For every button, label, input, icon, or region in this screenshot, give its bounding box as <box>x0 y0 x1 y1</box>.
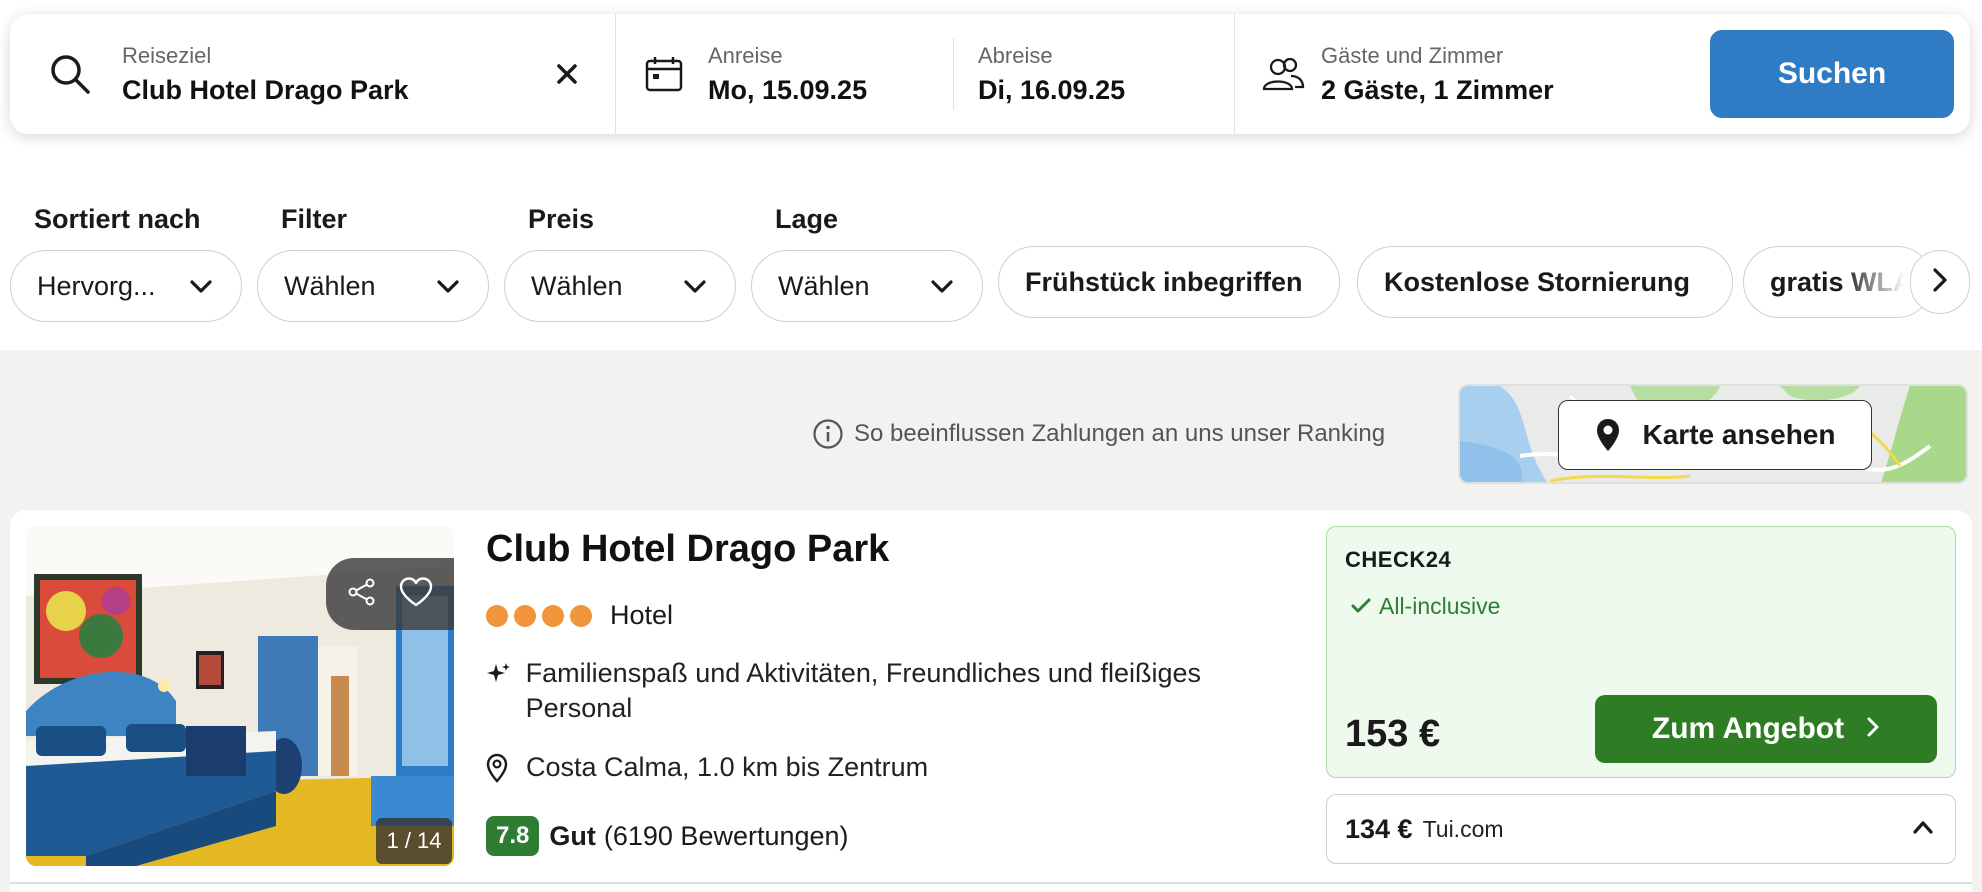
chevron-down-icon <box>189 271 213 302</box>
rating-score-badge: 7.8 <box>486 816 540 856</box>
hotel-location-text: Costa Calma, 1.0 km bis Zentrum <box>526 752 929 782</box>
hotel-name[interactable]: Club Hotel Drago Park <box>486 528 889 571</box>
hotel-photo[interactable]: 1 / 14 <box>26 526 454 866</box>
hotel-rating[interactable]: 7.8 Gut (6190 Bewertungen) <box>486 816 849 856</box>
heart-icon[interactable] <box>398 576 434 613</box>
chevron-right-icon <box>1932 267 1948 298</box>
search-icon <box>40 44 100 104</box>
checkin-value: Mo, 15.09.25 <box>708 74 868 105</box>
checkin-label: Anreise <box>708 42 783 68</box>
to-offer-label: Zum Angebot <box>1651 712 1845 745</box>
photo-actions <box>326 558 454 630</box>
chip-free-cancellation[interactable]: Kostenlose Stornierung <box>1357 246 1733 318</box>
star-icon <box>514 604 536 627</box>
star-rating <box>486 604 598 627</box>
offer-board-label: All-inclusive <box>1379 593 1501 619</box>
card-divider <box>10 882 1972 884</box>
search-bar: Reiseziel Club Hotel Drago Park Anreise … <box>10 14 1970 134</box>
filter-dropdown[interactable]: Wählen <box>257 250 489 322</box>
chevron-down-icon <box>683 271 707 302</box>
chip-breakfast[interactable]: Frühstück inbegriffen <box>998 246 1340 318</box>
location-value: Wählen <box>778 270 870 301</box>
main-offer[interactable]: CHECK24 All-inclusive 153 € Zum Angebot <box>1326 526 1956 778</box>
hotel-card[interactable]: 1 / 14 Club Hotel Drago Park Hotel Famil… <box>10 510 1972 892</box>
alternative-offer[interactable]: 134 € Tui.com <box>1326 794 1956 864</box>
info-icon <box>812 418 844 450</box>
filter-value: Wählen <box>284 270 376 301</box>
check-icon <box>1351 593 1371 620</box>
checkout-label: Abreise <box>978 42 1053 68</box>
ranking-info-text: So beeinflussen Zahlungen an uns unser R… <box>854 420 1386 447</box>
price-dropdown[interactable]: Wählen <box>504 250 736 322</box>
guests-value: 2 Gäste, 1 Zimmer <box>1321 74 1554 105</box>
price-group: Preis Wählen <box>504 204 736 322</box>
filter-bar: Sortiert nach Hervorg... Filter Wählen P… <box>10 204 1972 322</box>
sparkle-icon <box>486 656 514 691</box>
guests-icon <box>1261 44 1305 104</box>
alt-offer-provider: Tui.com <box>1422 815 1504 842</box>
chevron-down-icon <box>436 271 460 302</box>
star-icon <box>570 604 592 627</box>
rating-count: (6190 Bewertungen) <box>603 820 849 851</box>
destination-value[interactable]: Club Hotel Drago Park <box>122 75 409 106</box>
search-button[interactable]: Suchen <box>1710 30 1954 118</box>
checkin-field[interactable]: Anreise Mo, 15.09.25 <box>616 38 954 110</box>
location-pin-icon <box>486 750 514 785</box>
rating-word: Gut <box>549 820 596 851</box>
checkout-field[interactable]: Abreise Di, 16.09.25 <box>954 14 1125 134</box>
checkout-value: Di, 16.09.25 <box>978 74 1126 105</box>
sort-dropdown[interactable]: Hervorg... <box>10 250 242 322</box>
close-icon[interactable] <box>549 56 585 92</box>
destination-field[interactable]: Reiseziel Club Hotel Drago Park <box>10 14 616 134</box>
location-label: Lage <box>775 204 839 234</box>
hotel-type: Hotel <box>610 600 674 630</box>
chip-free-wifi[interactable]: gratis WLAN <box>1743 246 1933 318</box>
filter-label: Filter <box>281 204 348 234</box>
hotel-location: Costa Calma, 1.0 km bis Zentrum <box>486 750 928 785</box>
share-icon[interactable] <box>347 577 377 612</box>
ranking-info-link[interactable]: So beeinflussen Zahlungen an uns unser R… <box>812 418 1385 450</box>
photo-counter: 1 / 14 <box>376 818 452 864</box>
calendar-icon <box>644 44 684 104</box>
location-dropdown[interactable]: Wählen <box>751 250 983 322</box>
sort-group: Sortiert nach Hervorg... <box>10 204 242 322</box>
to-offer-button[interactable]: Zum Angebot <box>1595 695 1937 763</box>
star-icon <box>486 604 508 627</box>
guests-label: Gäste und Zimmer <box>1321 42 1504 68</box>
hotel-highlights: Familienspaß und Aktivitäten, Freundlich… <box>486 656 1306 726</box>
offer-price: 153 € <box>1345 713 1441 755</box>
offer-board-type: All-inclusive <box>1351 593 1500 620</box>
star-icon <box>542 604 564 627</box>
price-value: Wählen <box>531 270 623 301</box>
hotel-highlights-text: Familienspaß und Aktivitäten, Freundlich… <box>525 658 1202 723</box>
filter-scroll-right-button[interactable] <box>1910 250 1970 314</box>
sort-value: Hervorg... <box>37 270 156 301</box>
offer-provider: CHECK24 <box>1345 547 1452 572</box>
show-map-label: Karte ansehen <box>1642 419 1836 450</box>
show-map-button[interactable]: Karte ansehen <box>1558 400 1872 470</box>
dates-field: Anreise Mo, 15.09.25 Abreise Di, 16.09.2… <box>616 14 1235 134</box>
chevron-right-icon <box>1866 712 1880 746</box>
chevron-down-icon <box>930 271 954 302</box>
sort-label: Sortiert nach <box>34 204 201 234</box>
location-pin-icon <box>1595 417 1621 453</box>
destination-label: Reiseziel <box>122 42 212 68</box>
chevron-up-icon[interactable] <box>1911 819 1935 840</box>
location-group: Lage Wählen <box>751 204 983 322</box>
guests-field[interactable]: Gäste und Zimmer 2 Gäste, 1 Zimmer <box>1235 14 1705 134</box>
price-label: Preis <box>528 204 595 234</box>
alt-offer-price: 134 € <box>1345 813 1413 844</box>
hotel-stars-row: Hotel <box>486 600 673 631</box>
filter-group: Filter Wählen <box>257 204 489 322</box>
